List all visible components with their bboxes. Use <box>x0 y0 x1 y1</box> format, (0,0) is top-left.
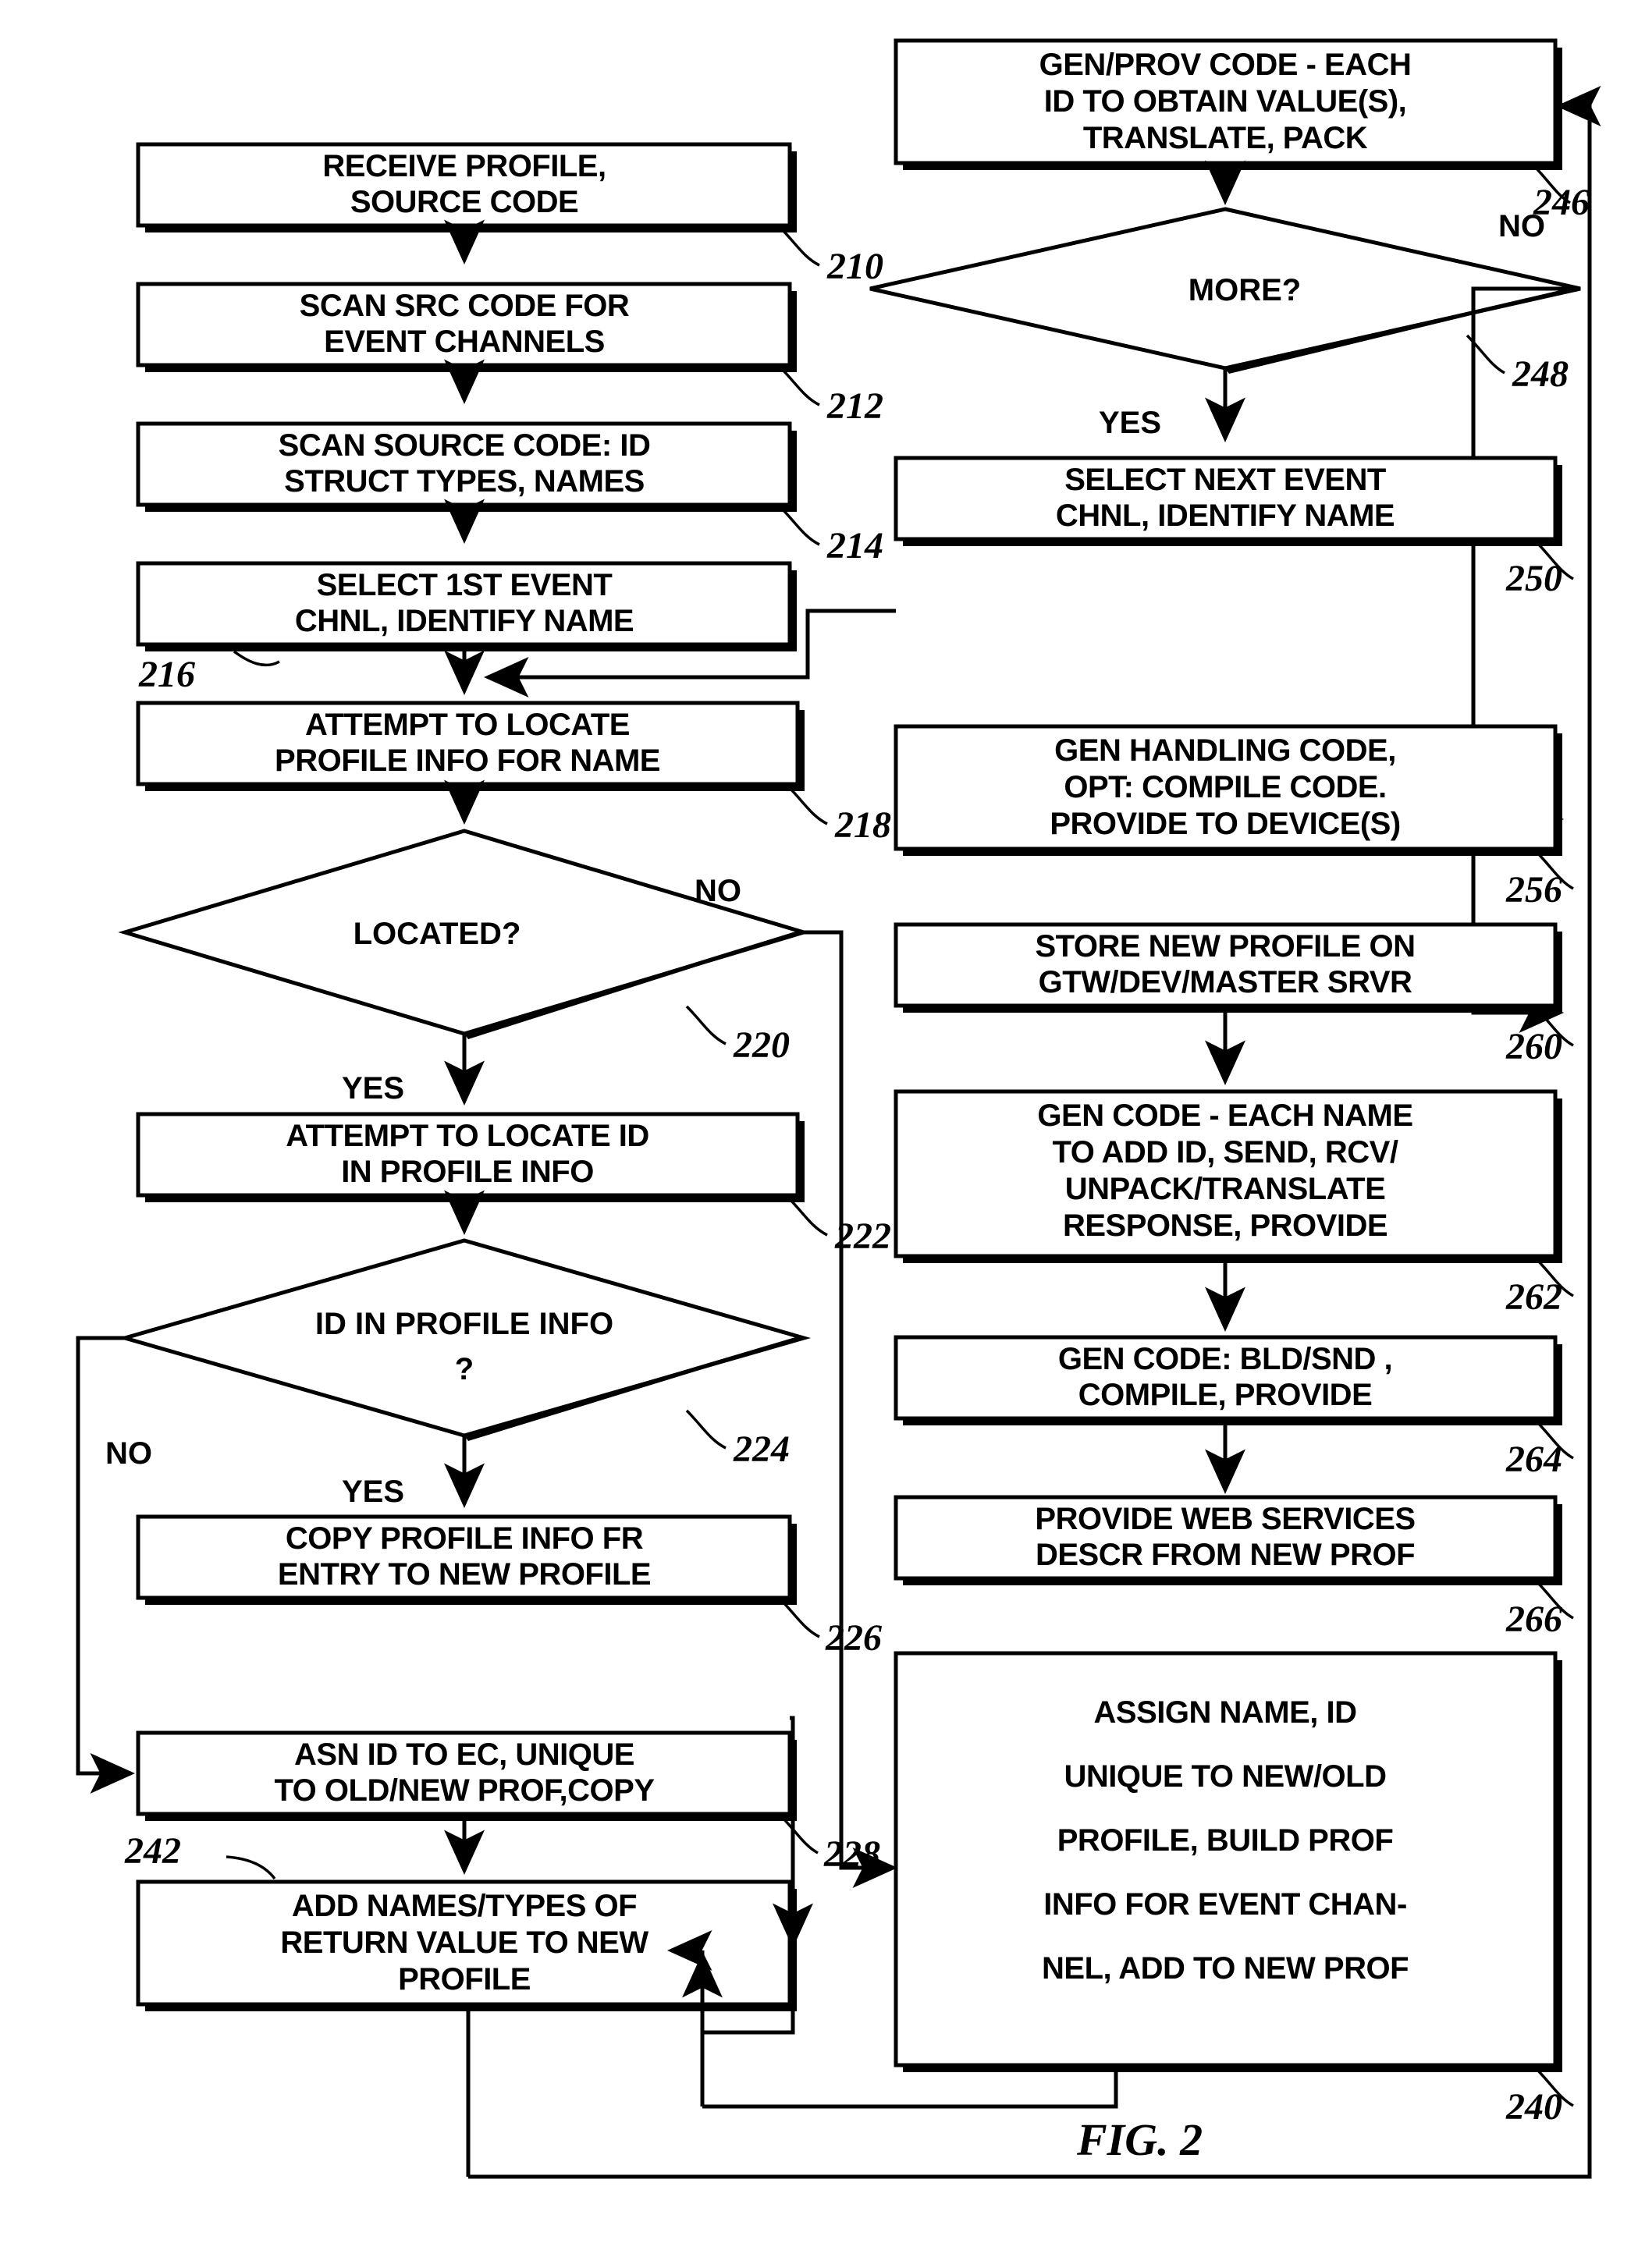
node-228-line-0: ASN ID TO EC, UNIQUE <box>294 1737 634 1772</box>
node-246-line-1: ID TO OBTAIN VALUE(S), <box>1044 84 1407 119</box>
node-242-line-2: PROFILE <box>398 1962 531 1996</box>
node-214-line-1: STRUCT TYPES, NAMES <box>284 464 645 499</box>
node-262-line-1: TO ADD ID, SEND, RCV/ <box>1053 1135 1398 1169</box>
node-218-line-0: ATTEMPT TO LOCATE <box>305 708 630 742</box>
ref-222: 222 <box>834 1216 891 1257</box>
node-240-line-3: INFO FOR EVENT CHAN- <box>1043 1887 1407 1922</box>
node-214: SCAN SOURCE CODE: ID STRUCT TYPES, NAMES <box>136 421 797 512</box>
ref-242: 242 <box>124 1830 181 1872</box>
node-260-line-1: GTW/DEV/MASTER SRVR <box>1039 965 1412 999</box>
ref-248: 248 <box>1512 353 1569 395</box>
node-264-line-1: COMPILE, PROVIDE <box>1078 1378 1373 1412</box>
node-256-line-2: PROVIDE TO DEVICE(S) <box>1050 807 1400 841</box>
node-214-line-0: SCAN SOURCE CODE: ID <box>279 428 651 463</box>
node-216-line-1: CHNL, IDENTIFY NAME <box>295 604 634 638</box>
node-264-line-0: GEN CODE: BLD/SND , <box>1058 1342 1392 1376</box>
ref-266: 266 <box>1505 1599 1562 1640</box>
node-262-line-3: RESPONSE, PROVIDE <box>1063 1209 1388 1243</box>
node-228-line-1: TO OLD/NEW PROF,COPY <box>274 1773 655 1808</box>
node-260: STORE NEW PROFILE ON GTW/DEV/MASTER SRVR <box>894 922 1562 1013</box>
node-242-line-0: ADD NAMES/TYPES OF <box>292 1889 637 1923</box>
ref-256: 256 <box>1505 869 1562 910</box>
node-212: SCAN SRC CODE FOR EVENT CHANNELS <box>136 282 797 372</box>
node-222: ATTEMPT TO LOCATE ID IN PROFILE INFO <box>136 1112 805 1202</box>
node-224: ID IN PROFILE INFO ? <box>117 1238 812 1441</box>
edge-label-more-yes: YES <box>1099 406 1161 440</box>
node-246: GEN/PROV CODE - EACH ID TO OBTAIN VALUE(… <box>894 38 1562 170</box>
node-220-line-0: LOCATED? <box>354 917 521 951</box>
ref-224: 224 <box>733 1429 790 1470</box>
ref-218: 218 <box>834 804 891 846</box>
ref-210: 210 <box>826 246 883 287</box>
ref-260: 260 <box>1505 1026 1562 1067</box>
node-226-line-0: COPY PROFILE INFO FR <box>286 1521 644 1556</box>
edge-220-no-to-240 <box>804 930 897 1888</box>
node-256: GEN HANDLING CODE, OPT: COMPILE CODE. PR… <box>894 724 1562 856</box>
node-246-line-0: GEN/PROV CODE - EACH <box>1039 48 1412 82</box>
node-248-line-0: MORE? <box>1189 273 1301 307</box>
node-250-line-0: SELECT NEXT EVENT <box>1064 463 1386 497</box>
node-210: RECEIVE PROFILE, SOURCE CODE <box>136 142 797 232</box>
ref-220: 220 <box>733 1024 790 1066</box>
ref-240: 240 <box>1505 2086 1562 2128</box>
node-218: ATTEMPT TO LOCATE PROFILE INFO FOR NAME <box>136 701 805 791</box>
node-218-line-1: PROFILE INFO FOR NAME <box>275 744 660 778</box>
node-266-line-0: PROVIDE WEB SERVICES <box>1035 1502 1415 1536</box>
node-262-line-0: GEN CODE - EACH NAME <box>1037 1099 1412 1133</box>
node-210-line-1: SOURCE CODE <box>350 185 578 219</box>
node-240-line-2: PROFILE, BUILD PROF <box>1057 1823 1394 1858</box>
node-222-line-0: ATTEMPT TO LOCATE ID <box>286 1119 649 1153</box>
node-256-line-1: OPT: COMPILE CODE. <box>1064 770 1386 804</box>
node-216: SELECT 1ST EVENT CHNL, IDENTIFY NAME <box>136 561 797 651</box>
node-266-line-1: DESCR FROM NEW PROF <box>1036 1538 1415 1572</box>
edge-label-located-yes: YES <box>342 1071 404 1106</box>
node-240-line-4: NEL, ADD TO NEW PROF <box>1042 1951 1409 1986</box>
edge-224-no-to-228 <box>76 1336 135 1794</box>
edge-label-located-no: NO <box>695 874 741 908</box>
node-240-line-0: ASSIGN NAME, ID <box>1094 1695 1357 1730</box>
ref-250: 250 <box>1505 558 1562 599</box>
node-246-line-2: TRANSLATE, PACK <box>1083 121 1368 155</box>
node-250-line-1: CHNL, IDENTIFY NAME <box>1056 499 1395 533</box>
node-226: COPY PROFILE INFO FR ENTRY TO NEW PROFIL… <box>136 1514 797 1605</box>
node-260-line-0: STORE NEW PROFILE ON <box>1035 929 1415 964</box>
edge-label-id-no: NO <box>105 1436 152 1471</box>
ref-216: 216 <box>138 654 195 695</box>
ref-212: 212 <box>826 385 883 427</box>
node-216-line-0: SELECT 1ST EVENT <box>317 568 613 602</box>
ref-262: 262 <box>1505 1276 1562 1318</box>
node-222-line-1: IN PROFILE INFO <box>341 1155 594 1189</box>
ref-214: 214 <box>826 525 883 566</box>
node-242-line-1: RETURN VALUE TO NEW <box>280 1925 648 1960</box>
node-240-line-1: UNIQUE TO NEW/OLD <box>1064 1759 1387 1794</box>
node-212-line-1: EVENT CHANNELS <box>324 325 605 359</box>
flowchart-svg: RECEIVE PROFILE, SOURCE CODE 210 SCAN SR… <box>76 38 1601 2179</box>
node-220: LOCATED? <box>118 829 811 1039</box>
node-262-line-2: UNPACK/TRANSLATE <box>1065 1172 1386 1206</box>
node-210-line-0: RECEIVE PROFILE, <box>322 149 606 183</box>
node-256-line-0: GEN HANDLING CODE, <box>1054 733 1396 768</box>
node-264: GEN CODE: BLD/SND , COMPILE, PROVIDE <box>894 1335 1562 1425</box>
ref-228: 228 <box>823 1833 880 1875</box>
node-242: ADD NAMES/TYPES OF RETURN VALUE TO NEW P… <box>136 1879 797 2011</box>
node-224-line-1: ? <box>455 1352 474 1386</box>
node-240: ASSIGN NAME, ID UNIQUE TO NEW/OLD PROFIL… <box>894 1651 1562 2072</box>
figure-page: RECEIVE PROFILE, SOURCE CODE 210 SCAN SR… <box>0 0 1638 2268</box>
node-262: GEN CODE - EACH NAME TO ADD ID, SEND, RC… <box>894 1089 1562 1263</box>
node-266: PROVIDE WEB SERVICES DESCR FROM NEW PROF <box>894 1495 1562 1585</box>
node-228: ASN ID TO EC, UNIQUE TO OLD/NEW PROF,COP… <box>136 1730 797 1821</box>
figure-label: FIG. 2 <box>1076 2114 1203 2165</box>
ref-264: 264 <box>1505 1439 1562 1480</box>
edge-label-id-yes: YES <box>342 1475 404 1509</box>
edge-label-more-no: NO <box>1498 209 1545 243</box>
node-212-line-0: SCAN SRC CODE FOR <box>300 289 630 323</box>
node-250: SELECT NEXT EVENT CHNL, IDENTIFY NAME <box>894 456 1562 546</box>
node-224-line-0: ID IN PROFILE INFO <box>315 1307 613 1341</box>
node-226-line-1: ENTRY TO NEW PROFILE <box>278 1557 651 1592</box>
ref-226: 226 <box>825 1617 882 1659</box>
